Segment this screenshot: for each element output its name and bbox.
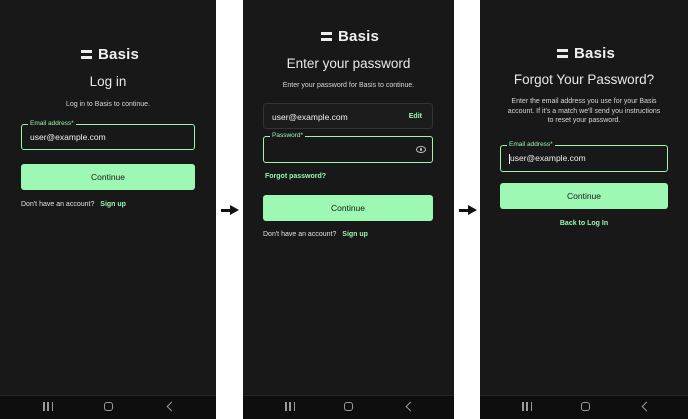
page-subtitle: Enter the email address you use for your…	[484, 97, 684, 126]
home-icon[interactable]	[344, 402, 353, 411]
continue-button[interactable]: Continue	[263, 195, 433, 221]
system-nav-bar	[480, 395, 688, 419]
subtitle-line: Enter the email address you use for your…	[511, 98, 657, 105]
menu-lines-icon	[321, 32, 332, 41]
edit-email-link[interactable]: Edit	[409, 113, 422, 120]
system-nav-bar	[243, 395, 454, 419]
password-field-label: Password*	[270, 132, 306, 139]
menu-lines-icon	[557, 49, 568, 58]
recent-apps-icon[interactable]	[285, 402, 295, 411]
brand-name: Basis	[574, 45, 616, 62]
email-field-label: Email address*	[28, 120, 76, 127]
back-icon[interactable]	[166, 401, 177, 412]
forgot-password-link[interactable]: Forgot password?	[265, 173, 326, 180]
password-screen: Basis Enter your password Enter your pas…	[243, 0, 454, 419]
arrow-right-icon	[459, 205, 477, 215]
brand-logo: Basis	[321, 28, 379, 45]
no-account-text: Don't have an account?	[263, 231, 337, 238]
signup-link[interactable]: Sign up	[342, 231, 368, 238]
eye-icon[interactable]	[416, 146, 426, 153]
subtitle-line: account. If it's a match we'll send you …	[507, 107, 661, 115]
email-field-value: user@example.com	[30, 132, 106, 142]
home-icon[interactable]	[104, 402, 113, 411]
subtitle-line: to reset your password.	[547, 117, 621, 124]
page-title: Forgot Your Password?	[513, 72, 655, 87]
password-field[interactable]: Password*	[263, 132, 433, 163]
continue-button[interactable]: Continue	[21, 164, 195, 190]
brand-logo: Basis	[81, 46, 139, 63]
back-icon[interactable]	[405, 401, 416, 412]
no-account-text: Don't have an account?	[21, 201, 95, 208]
email-field[interactable]: Email address* user@example.com	[500, 141, 668, 172]
email-field-label: Email address*	[507, 141, 555, 148]
back-icon[interactable]	[641, 401, 652, 412]
continue-button[interactable]: Continue	[500, 183, 668, 209]
back-to-login-link[interactable]: Back to Log In	[480, 220, 688, 227]
brand-name: Basis	[98, 46, 140, 63]
menu-lines-icon	[81, 50, 92, 59]
email-field-value: user@example.com	[510, 153, 586, 163]
page-title: Log in	[89, 74, 127, 89]
forgot-password-screen: Basis Forgot Your Password? Enter the em…	[480, 0, 688, 419]
recent-apps-icon[interactable]	[43, 402, 53, 411]
arrow-right-icon	[221, 205, 239, 215]
email-value: user@example.com	[272, 112, 348, 122]
signup-prompt: Don't have an account? Sign up	[21, 201, 126, 208]
signup-prompt: Don't have an account? Sign up	[263, 231, 368, 238]
system-nav-bar	[0, 395, 216, 419]
page-subtitle: Log in to Basis to continue.	[65, 101, 151, 108]
signup-link[interactable]: Sign up	[100, 201, 126, 208]
page-title: Enter your password	[286, 56, 411, 71]
brand-name: Basis	[338, 28, 380, 45]
home-icon[interactable]	[581, 402, 590, 411]
email-field[interactable]: Email address* user@example.com	[21, 120, 195, 150]
brand-logo: Basis	[557, 45, 615, 62]
recent-apps-icon[interactable]	[522, 402, 532, 411]
email-readonly-box: user@example.com Edit	[263, 103, 433, 129]
login-screen: Basis Log in Log in to Basis to continue…	[0, 0, 216, 419]
page-subtitle: Enter your password for Basis to continu…	[282, 82, 415, 89]
